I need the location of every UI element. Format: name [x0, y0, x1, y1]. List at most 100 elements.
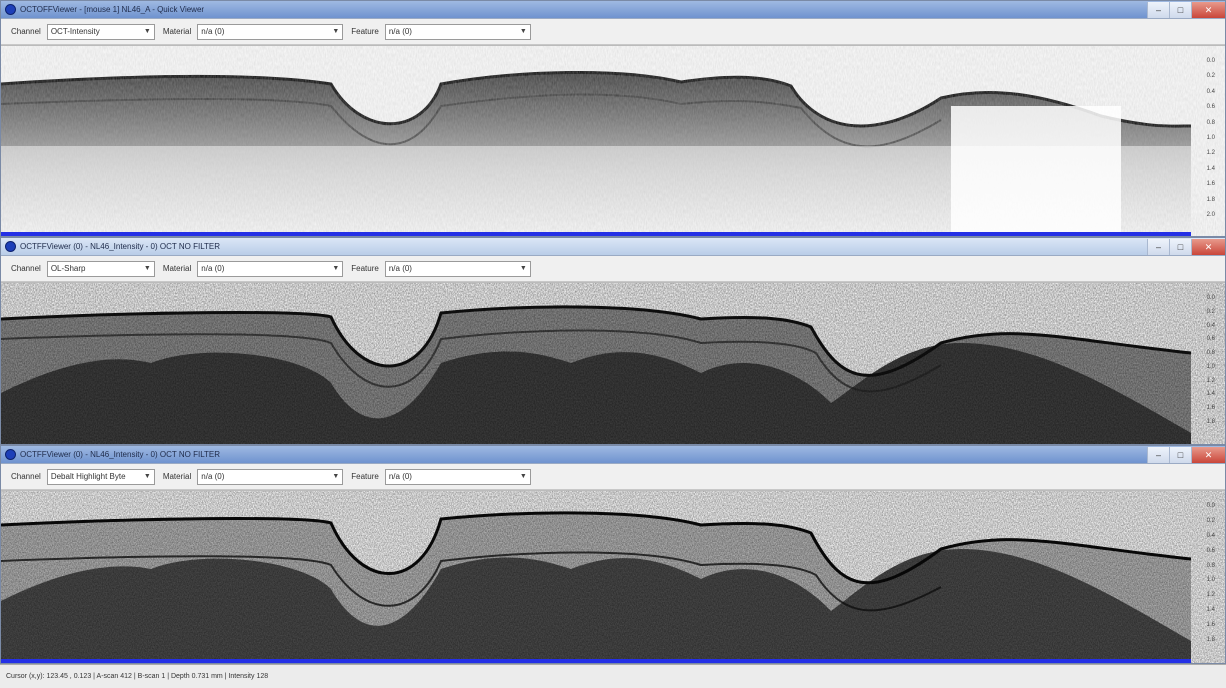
scale-tick: 1.0	[1206, 134, 1215, 141]
scale-tick: 1.4	[1206, 391, 1215, 398]
viewer-window-1: OCTOFFViewer - [mouse 1] NL46_A - Quick …	[0, 0, 1226, 237]
depth-scale: 0.0 0.2 0.4 0.6 0.8 1.0 1.2 1.4 1.6 1.8	[1207, 503, 1215, 643]
feature-value: n/a (0)	[388, 27, 412, 36]
material-dropdown[interactable]: n/a (0) ▼	[197, 468, 344, 485]
scale-tick: 0.4	[1206, 322, 1215, 329]
chevron-down-icon: ▼	[143, 265, 151, 272]
window-titlebar[interactable]: OCTFFViewer (0) - NL46_Intensity - 0) OC…	[1, 446, 1225, 464]
material-value: n/a (0)	[201, 264, 225, 273]
material-dropdown[interactable]: n/a (0) ▼	[197, 260, 344, 277]
chevron-down-icon: ▼	[332, 265, 340, 272]
app-icon	[5, 4, 16, 15]
scan-position-bar	[1, 232, 1191, 236]
window-title: OCTFFViewer (0) - NL46_Intensity - 0) OC…	[20, 242, 221, 251]
chevron-down-icon: ▼	[332, 28, 340, 35]
oct-bscan-image[interactable]: 0.0 0.2 0.4 0.6 0.8 1.0 1.2 1.4 1.6 1.8	[1, 282, 1225, 444]
scale-tick: 1.2	[1206, 150, 1215, 157]
scale-tick: 0.8	[1206, 119, 1215, 126]
chevron-down-icon: ▼	[519, 473, 527, 480]
scale-tick: 1.8	[1206, 196, 1215, 203]
viewer-toolbar: Channel OCT-Intensity ▼ Material n/a (0) ▼…	[1, 19, 1225, 45]
channel-dropdown[interactable]: OCT-Intensity ▼	[46, 23, 155, 40]
feature-dropdown[interactable]: n/a (0) ▼	[384, 468, 531, 485]
channel-value: OL-Sharp	[50, 264, 86, 273]
scale-tick: 1.4	[1206, 607, 1215, 614]
channel-value: Debalt Highlight Byte	[50, 472, 126, 481]
material-dropdown[interactable]: n/a (0) ▼	[197, 23, 344, 40]
scale-tick: 0.6	[1206, 104, 1215, 111]
close-button[interactable]: ✕	[1191, 447, 1225, 463]
scale-tick: 1.2	[1206, 377, 1215, 384]
depth-scale: 0.0 0.2 0.4 0.6 0.8 1.0 1.2 1.4 1.6 1.8 …	[1207, 58, 1215, 218]
scale-tick: 0.4	[1206, 88, 1215, 95]
chevron-down-icon: ▼	[332, 473, 340, 480]
oct-bscan-image[interactable]: 0.0 0.2 0.4 0.6 0.8 1.0 1.2 1.4 1.6 1.8	[1, 490, 1225, 663]
depth-scale: 0.0 0.2 0.4 0.6 0.8 1.0 1.2 1.4 1.6 1.8	[1207, 295, 1215, 425]
scale-tick: 0.0	[1206, 58, 1215, 64]
close-button[interactable]: ✕	[1191, 239, 1225, 255]
scale-tick: 1.2	[1206, 592, 1215, 599]
viewer-window-2: OCTFFViewer (0) - NL46_Intensity - 0) OC…	[0, 237, 1226, 445]
channel-label: Channel	[11, 27, 41, 36]
scale-tick: 1.4	[1206, 165, 1215, 172]
viewer-toolbar: Channel Debalt Highlight Byte ▼ Material …	[1, 464, 1225, 490]
material-label: Material	[162, 27, 192, 36]
material-value: n/a (0)	[201, 472, 225, 481]
channel-label: Channel	[11, 472, 41, 481]
scale-tick: 2.0	[1206, 211, 1215, 218]
feature-label: Feature	[351, 27, 379, 36]
chevron-down-icon: ▼	[519, 265, 527, 272]
scale-tick: 0.8	[1206, 350, 1215, 357]
minimize-button[interactable]: –	[1147, 2, 1169, 18]
material-value: n/a (0)	[201, 27, 225, 36]
chevron-down-icon: ▼	[143, 28, 151, 35]
status-bar: Cursor (x,y): 123.45 , 0.123 | A-scan 41…	[0, 664, 1226, 688]
scale-tick: 0.6	[1206, 336, 1215, 343]
scale-tick: 1.0	[1206, 577, 1215, 584]
channel-value: OCT-Intensity	[50, 27, 100, 36]
minimize-button[interactable]: –	[1147, 239, 1169, 255]
window-titlebar[interactable]: OCTOFFViewer - [mouse 1] NL46_A - Quick …	[1, 1, 1225, 19]
scale-tick: 1.8	[1206, 636, 1215, 643]
feature-dropdown[interactable]: n/a (0) ▼	[384, 260, 531, 277]
scale-tick: 1.6	[1206, 405, 1215, 412]
close-button[interactable]: ✕	[1191, 2, 1225, 18]
window-title: OCTFFViewer (0) - NL46_Intensity - 0) OC…	[20, 450, 221, 459]
material-label: Material	[162, 472, 192, 481]
app-icon	[5, 449, 16, 460]
scan-position-bar	[1, 659, 1191, 663]
status-text: Cursor (x,y): 123.45 , 0.123 | A-scan 41…	[6, 673, 269, 680]
maximize-button[interactable]: □	[1169, 447, 1191, 463]
channel-dropdown[interactable]: OL-Sharp ▼	[46, 260, 155, 277]
scale-tick: 0.2	[1206, 73, 1215, 80]
maximize-button[interactable]: □	[1169, 2, 1191, 18]
app-icon	[5, 241, 16, 252]
channel-dropdown[interactable]: Debalt Highlight Byte ▼	[46, 468, 155, 485]
scale-tick: 0.2	[1206, 308, 1215, 315]
scale-tick: 0.4	[1206, 532, 1215, 539]
minimize-button[interactable]: –	[1147, 447, 1169, 463]
feature-value: n/a (0)	[388, 264, 412, 273]
window-title: OCTOFFViewer - [mouse 1] NL46_A - Quick …	[20, 5, 205, 14]
scale-tick: 0.2	[1206, 517, 1215, 524]
scale-tick: 0.0	[1206, 503, 1215, 509]
chevron-down-icon: ▼	[519, 28, 527, 35]
chevron-down-icon: ▼	[143, 473, 151, 480]
window-titlebar[interactable]: OCTFFViewer (0) - NL46_Intensity - 0) OC…	[1, 238, 1225, 256]
scale-tick: 1.0	[1206, 363, 1215, 370]
channel-label: Channel	[11, 264, 41, 273]
scale-tick: 1.8	[1206, 418, 1215, 425]
feature-value: n/a (0)	[388, 472, 412, 481]
viewer-toolbar: Channel OL-Sharp ▼ Material n/a (0) ▼ Feat…	[1, 256, 1225, 282]
material-label: Material	[162, 264, 192, 273]
scale-tick: 0.6	[1206, 547, 1215, 554]
scale-tick: 0.0	[1206, 295, 1215, 301]
feature-dropdown[interactable]: n/a (0) ▼	[384, 23, 531, 40]
feature-label: Feature	[351, 472, 379, 481]
scale-tick: 0.8	[1206, 562, 1215, 569]
oct-bscan-image[interactable]: 0.0 0.2 0.4 0.6 0.8 1.0 1.2 1.4 1.6 1.8 …	[1, 45, 1225, 236]
scale-tick: 1.6	[1206, 181, 1215, 188]
scale-tick: 1.6	[1206, 622, 1215, 628]
maximize-button[interactable]: □	[1169, 239, 1191, 255]
viewer-window-3: OCTFFViewer (0) - NL46_Intensity - 0) OC…	[0, 445, 1226, 664]
